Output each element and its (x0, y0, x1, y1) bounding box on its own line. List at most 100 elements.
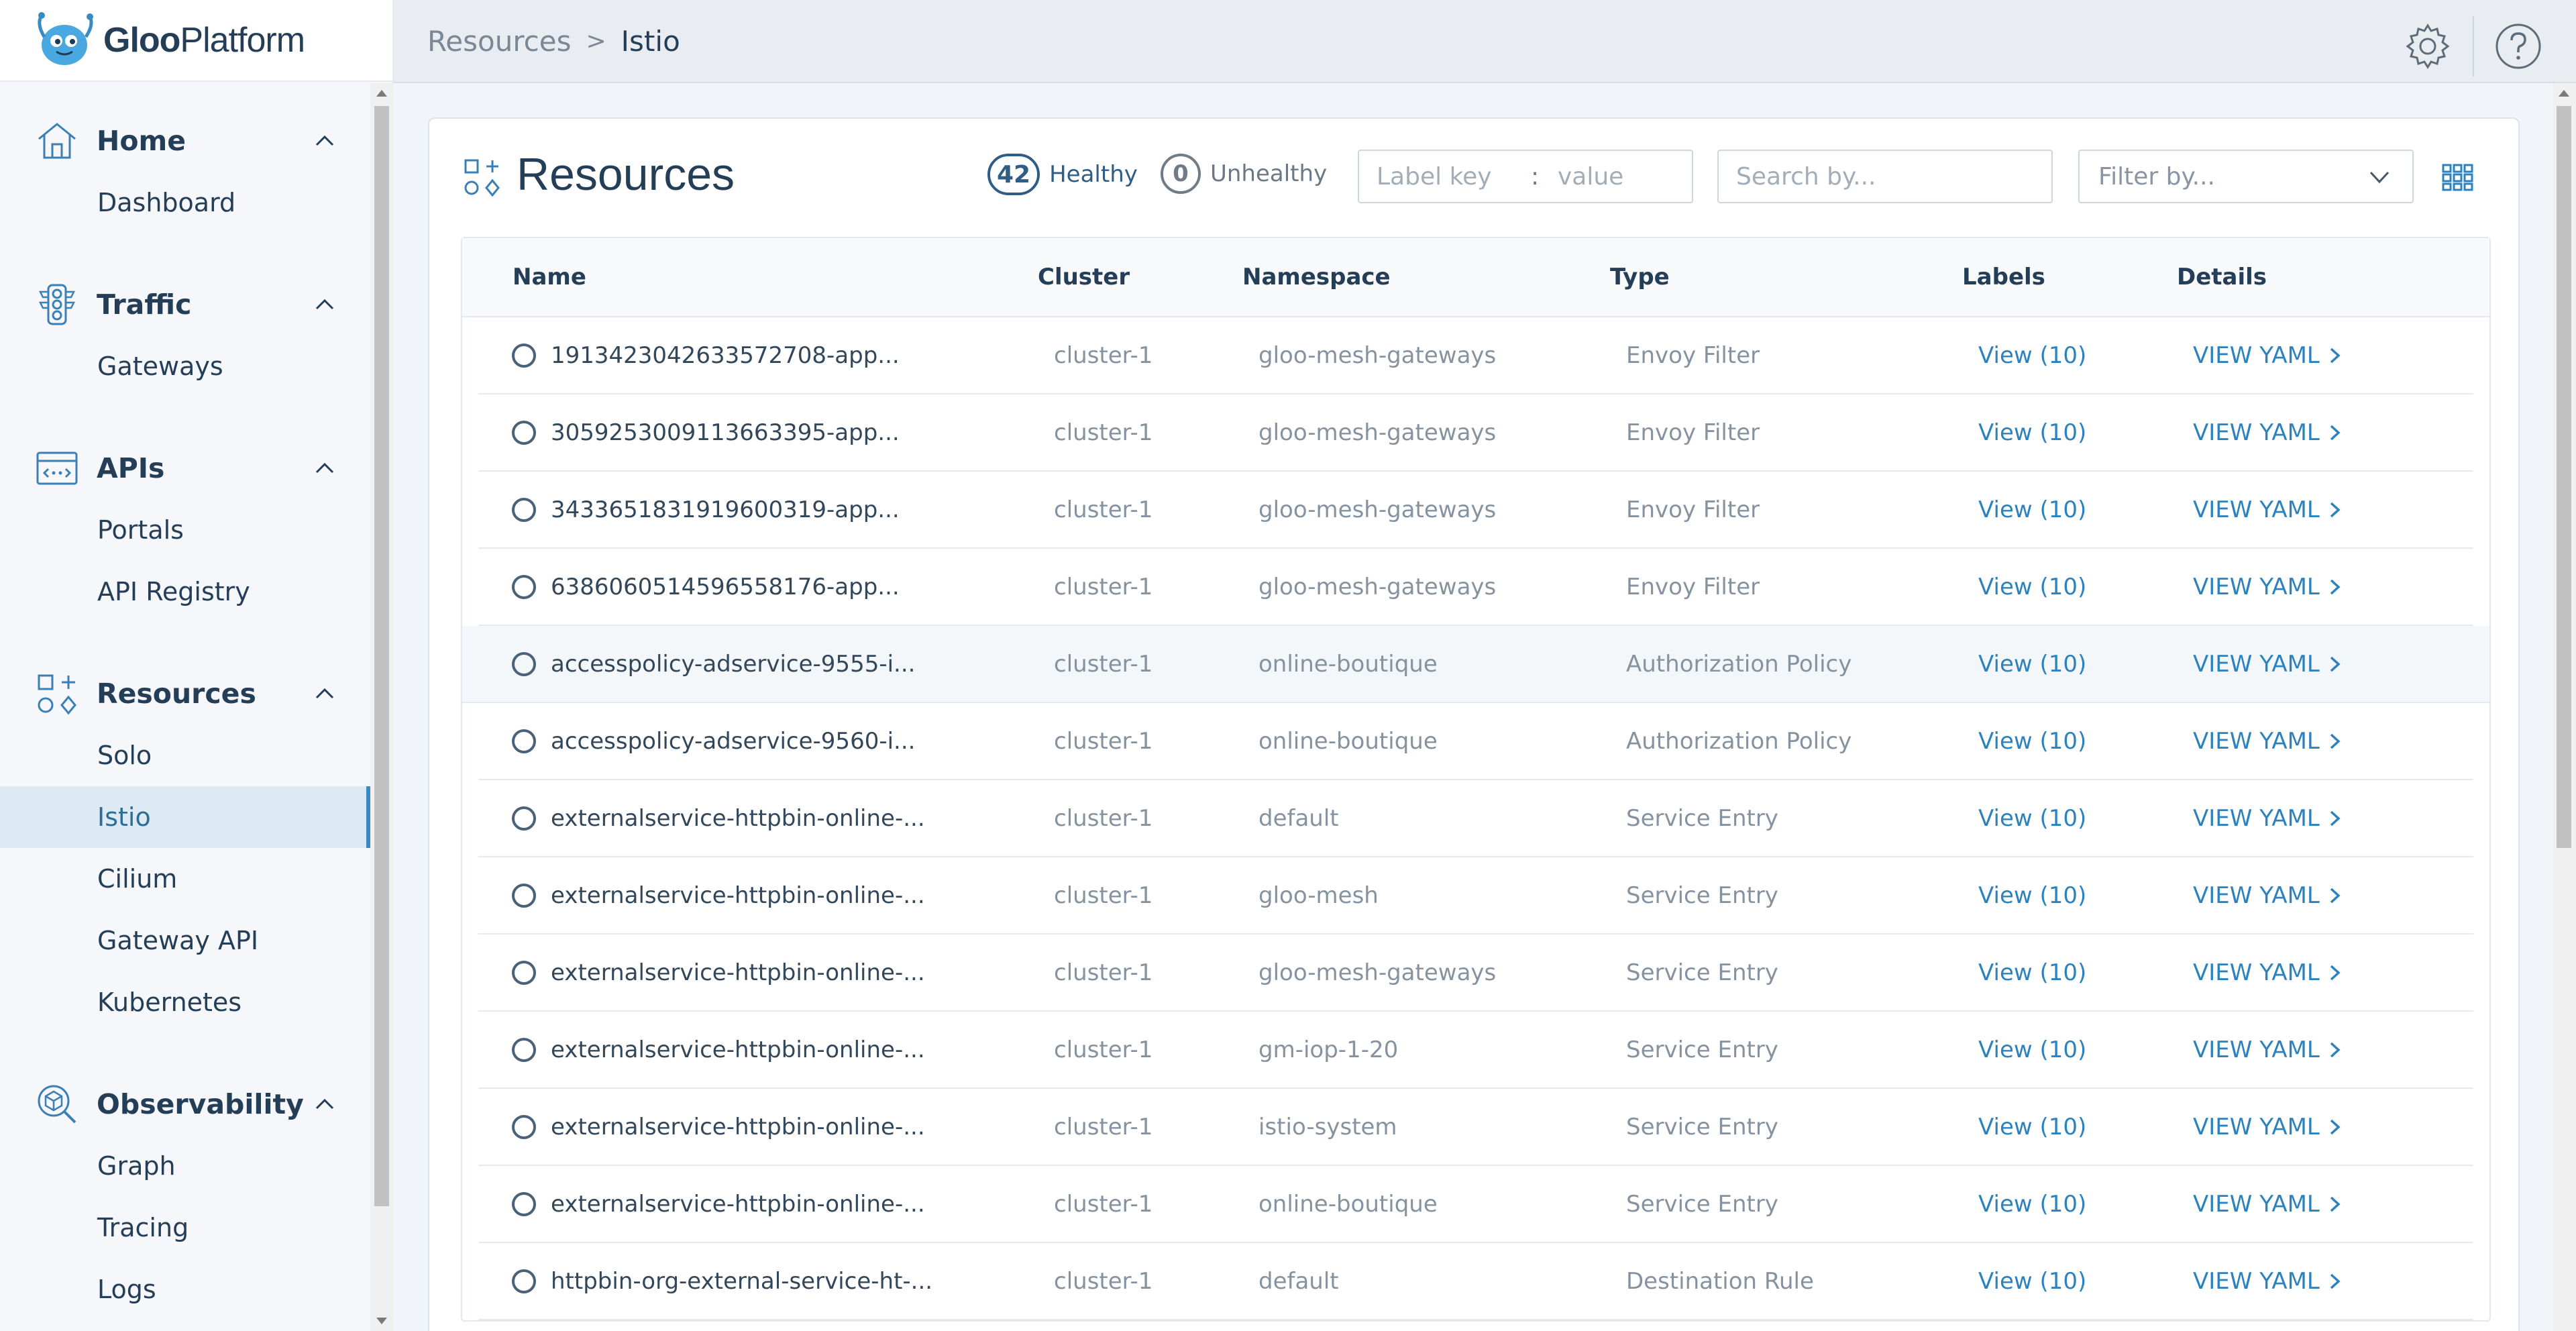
scroll-down-arrow-icon[interactable] (376, 1318, 387, 1324)
resource-name[interactable]: 1913423042633572708-app... (551, 342, 900, 369)
sidebar-item-gateways[interactable]: Gateways (0, 335, 370, 397)
resource-name[interactable]: externalservice-httpbin-online-... (551, 1036, 925, 1063)
resource-name[interactable]: accesspolicy-adservice-9555-i... (551, 651, 915, 678)
view-yaml-link[interactable]: VIEW YAML (2193, 651, 2448, 678)
table-row[interactable]: 1913423042633572708-app... cluster-1 gloo-… (478, 317, 2473, 394)
sidebar-item-portals[interactable]: Portals (0, 499, 370, 561)
sidebar-item-cilium[interactable]: Cilium (0, 848, 370, 910)
sidebar-item-tracing[interactable]: Tracing (0, 1197, 370, 1259)
table-row[interactable]: externalservice-httpbin-online-... cluste… (478, 1166, 2473, 1243)
filter-dropdown[interactable]: Filter by... (2078, 150, 2414, 203)
sidebar-item-api-registry[interactable]: API Registry (0, 561, 370, 623)
view-labels-link[interactable]: View (10) (1978, 1036, 2193, 1063)
label-key-field[interactable]: Label key (1377, 163, 1531, 191)
view-yaml-link[interactable]: VIEW YAML (2193, 1036, 2448, 1063)
resource-name[interactable]: 3433651831919600319-app... (551, 496, 900, 523)
sidebar-scrollbar[interactable] (370, 83, 394, 1331)
sidebar-section-observability[interactable]: Observability (0, 1073, 370, 1135)
chevron-right-icon (2330, 965, 2341, 980)
resource-name[interactable]: externalservice-httpbin-online-... (551, 1114, 925, 1140)
sidebar-section-home[interactable]: Home (0, 110, 370, 172)
resource-name[interactable]: externalservice-httpbin-online-... (551, 805, 925, 832)
resource-name[interactable]: accesspolicy-adservice-9560-i... (551, 728, 915, 755)
resource-name[interactable]: 6386060514596558176-app... (551, 574, 900, 600)
view-labels-link[interactable]: View (10) (1978, 1191, 2193, 1218)
gear-icon[interactable] (2403, 21, 2453, 71)
view-yaml-link[interactable]: VIEW YAML (2193, 574, 2448, 600)
chevron-up-icon[interactable] (314, 1094, 335, 1115)
sidebar-item-logs[interactable]: Logs (0, 1259, 370, 1320)
label-value-field[interactable]: value (1558, 163, 1623, 191)
view-yaml-link[interactable]: VIEW YAML (2193, 1191, 2448, 1218)
view-yaml-link[interactable]: VIEW YAML (2193, 1114, 2448, 1140)
chevron-up-icon[interactable] (314, 294, 335, 315)
table-row[interactable]: externalservice-httpbin-online-... cluste… (478, 780, 2473, 857)
view-labels-link[interactable]: View (10) (1978, 574, 2193, 600)
page-scrollbar[interactable] (2553, 83, 2576, 1331)
view-yaml-link[interactable]: VIEW YAML (2193, 959, 2448, 986)
table-row[interactable]: accesspolicy-adservice-9555-i... cluster-… (462, 626, 2489, 703)
resource-name[interactable]: httpbin-org-external-service-ht-... (551, 1268, 932, 1295)
chevron-up-icon[interactable] (314, 458, 335, 479)
view-yaml-link[interactable]: VIEW YAML (2193, 419, 2448, 446)
chevron-up-icon[interactable] (314, 683, 335, 704)
resource-name[interactable]: 305925300911366339​5-app... (551, 419, 900, 446)
status-ring-icon (512, 1191, 536, 1216)
view-labels-link[interactable]: View (10) (1978, 1114, 2193, 1140)
table-row[interactable]: 305925300911366339​5-app... cluster-1 gloo… (478, 394, 2473, 472)
view-yaml-link[interactable]: VIEW YAML (2193, 805, 2448, 832)
view-yaml-link[interactable]: VIEW YAML (2193, 882, 2448, 909)
sidebar-item-dashboard[interactable]: Dashboard (0, 172, 370, 233)
sidebar-item-istio[interactable]: Istio (0, 786, 370, 848)
search-input[interactable]: Search by... (1717, 150, 2053, 203)
view-labels-link[interactable]: View (10) (1978, 805, 2193, 832)
grid-view-icon[interactable] (2441, 163, 2473, 191)
table-row[interactable]: externalservice-httpbin-online-... cluste… (478, 1012, 2473, 1089)
view-yaml-link[interactable]: VIEW YAML (2193, 728, 2448, 755)
column-header-namespace[interactable]: Namespace (1242, 264, 1610, 290)
view-yaml-link[interactable]: VIEW YAML (2193, 496, 2448, 523)
scroll-up-arrow-icon[interactable] (376, 90, 387, 97)
sidebar-item-kubernetes[interactable]: Kubernetes (0, 971, 370, 1033)
help-icon[interactable] (2494, 22, 2542, 70)
resource-name[interactable]: externalservice-httpbin-online-... (551, 959, 925, 986)
view-labels-link[interactable]: View (10) (1978, 1268, 2193, 1295)
column-header-type[interactable]: Type (1610, 264, 1962, 290)
sidebar-section-traffic[interactable]: Traffic (0, 274, 370, 335)
table-row[interactable]: externalservice-httpbin-online-... cluste… (478, 857, 2473, 935)
sidebar-item-solo[interactable]: Solo (0, 725, 370, 786)
table-row[interactable]: externalservice-httpbin-online-... cluste… (478, 1089, 2473, 1166)
column-header-cluster[interactable]: Cluster (1038, 264, 1242, 290)
scroll-up-arrow-icon[interactable] (2559, 90, 2569, 97)
table-row[interactable]: externalservice-httpbin-online-... cluste… (478, 935, 2473, 1012)
column-header-name[interactable]: Name (462, 264, 1038, 290)
view-labels-link[interactable]: View (10) (1978, 342, 2193, 369)
view-labels-link[interactable]: View (10) (1978, 959, 2193, 986)
label-filter-input[interactable]: Label key : value (1358, 150, 1693, 203)
breadcrumb-separator: > (586, 27, 606, 55)
table-row[interactable]: httpbin-org-external-service-ht-... clust… (478, 1243, 2473, 1320)
page-scrollbar-thumb[interactable] (2557, 106, 2571, 848)
unhealthy-filter[interactable]: 0 Unhealthy (1161, 154, 1327, 194)
view-labels-link[interactable]: View (10) (1978, 419, 2193, 446)
view-yaml-link[interactable]: VIEW YAML (2193, 342, 2448, 369)
view-yaml-link[interactable]: VIEW YAML (2193, 1268, 2448, 1295)
resource-name[interactable]: externalservice-httpbin-online-... (551, 882, 925, 909)
table-row[interactable]: 6386060514596558176-app... cluster-1 gloo-… (478, 549, 2473, 626)
chevron-up-icon[interactable] (314, 130, 335, 152)
sidebar-section-resources[interactable]: Resources (0, 663, 370, 725)
view-labels-link[interactable]: View (10) (1978, 496, 2193, 523)
resource-name[interactable]: externalservice-httpbin-online-... (551, 1191, 925, 1218)
view-labels-link[interactable]: View (10) (1978, 882, 2193, 909)
breadcrumb-resources[interactable]: Resources (427, 25, 572, 58)
view-labels-link[interactable]: View (10) (1978, 728, 2193, 755)
sidebar-scrollbar-thumb[interactable] (374, 106, 389, 1206)
sidebar-item-gateway-api[interactable]: Gateway API (0, 910, 370, 971)
logo[interactable]: GlooPlatform (0, 0, 392, 82)
table-row[interactable]: accesspolicy-adservice-9560-i... cluster-… (478, 703, 2473, 780)
sidebar-section-apis[interactable]: APIs (0, 437, 370, 499)
table-row[interactable]: 3433651831919600319-app... cluster-1 gloo-… (478, 472, 2473, 549)
healthy-filter[interactable]: 42 Healthy (987, 154, 1138, 195)
sidebar-item-graph[interactable]: Graph (0, 1135, 370, 1197)
view-labels-link[interactable]: View (10) (1978, 651, 2193, 678)
